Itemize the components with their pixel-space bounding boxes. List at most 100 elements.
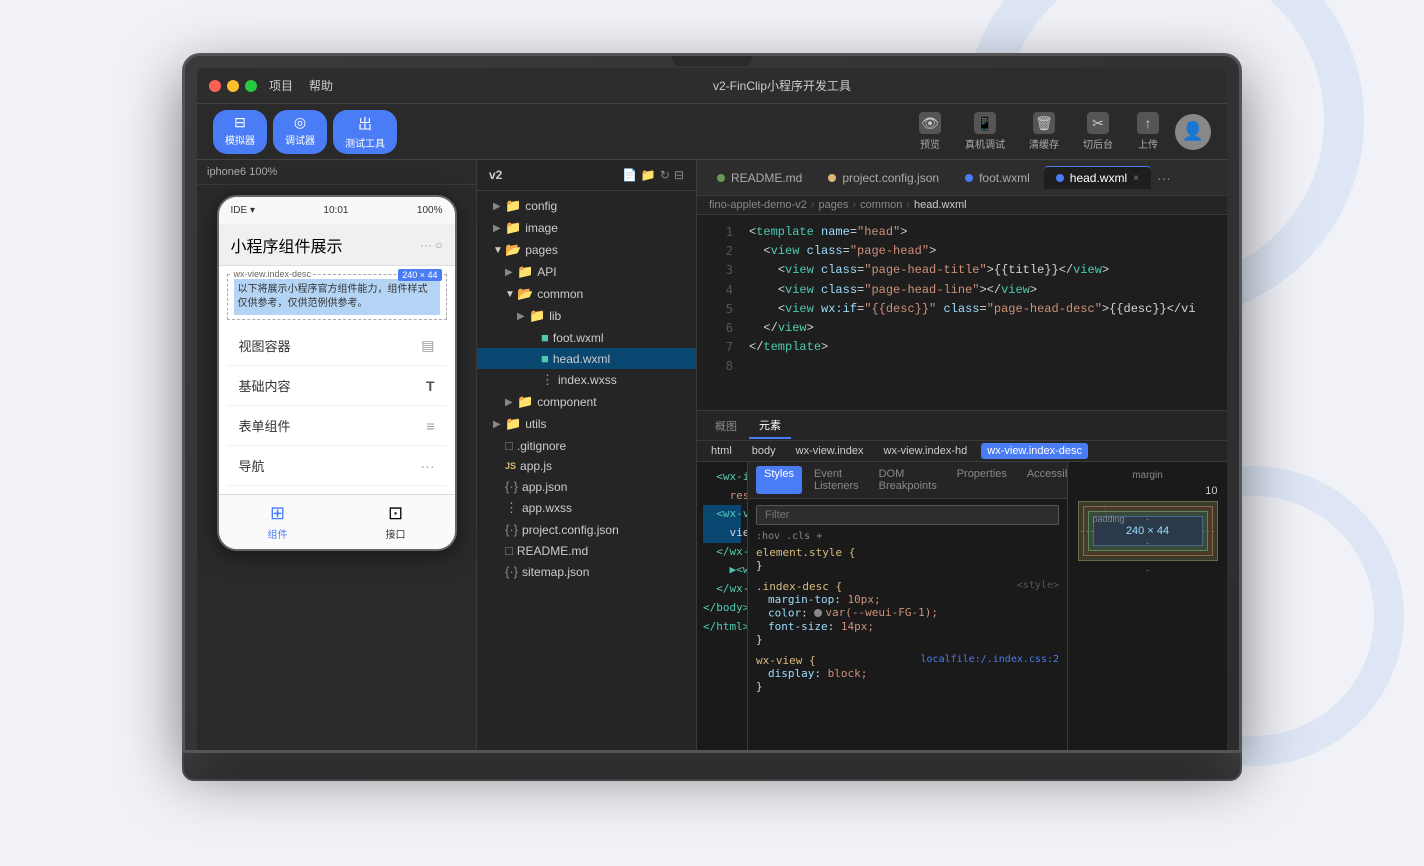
style-filter-input[interactable] [756,505,1059,525]
preview-panel: iphone6 100% IDE ▾ 10:01 100% 小程序组件展 [197,160,477,750]
tab-dot-projectconfig [828,174,836,182]
folder-icon-utils: 📁 [505,416,521,432]
file-item-indexwxss[interactable]: ▶ ⋮ index.wxss [477,369,696,391]
menu-bar: 项目 帮助 [269,77,333,94]
file-icon-indexwxss: ⋮ [541,372,554,388]
file-item-appwxss[interactable]: ▶ ⋮ app.wxss [477,497,696,519]
preview-label: 预览 [920,136,940,151]
element-tag-body[interactable]: body [746,443,782,459]
folder-icon-pages: 📂 [505,242,521,258]
phone-nav-components[interactable]: ⊞ 组件 [219,503,337,541]
phone-mockup: IDE ▾ 10:01 100% 小程序组件展示 ··· ○ [217,195,457,551]
upload-action[interactable]: ↑ 上传 [1129,108,1167,155]
phone-menu-item-3[interactable]: 导航 ··· [227,446,447,486]
phone-menu-item-2[interactable]: 表单组件 ≡ [227,406,447,446]
phone-nav-api[interactable]: ⊡ 接口 [337,503,455,541]
prop-name-display: display [768,667,814,680]
debug-button[interactable]: ◎ 调试器 [273,110,327,154]
refresh-button[interactable]: ↻ [660,168,670,182]
file-item-lib[interactable]: ▶ 📁 lib [477,305,696,327]
style-rule-element-selector: element.style { [756,546,1059,559]
html-tree[interactable]: <wx-image class="index-logo" src="../res… [697,462,747,750]
menu-help[interactable]: 帮助 [309,77,333,94]
phone-status-bar: IDE ▾ 10:01 100% [219,197,455,225]
tab-footwxml[interactable]: foot.wxml [953,167,1042,189]
file-item-pages[interactable]: ▼ 📂 pages [477,239,696,261]
minimize-button[interactable] [227,80,239,92]
code-content[interactable]: <template name="head"> <view class="page… [737,215,1227,410]
element-tag-wxview-index-hd[interactable]: wx-view.index-hd [878,443,974,459]
phone-content: wx-view.index-desc 240 × 44 以下将展示小程序官方组件… [219,266,455,494]
file-item-headwxml[interactable]: ▶ ■ head.wxml [477,348,696,369]
file-item-sitemap[interactable]: ▶ {·} sitemap.json [477,561,696,582]
file-item-config[interactable]: ▶ 📁 config [477,195,696,217]
realtest-icon: 📱 [974,112,996,134]
phone-menu-item-0[interactable]: 视图容器 ▤ [227,326,447,366]
simulator-label: 模拟器 [225,132,255,147]
file-item-readme[interactable]: ▶ □ README.md [477,540,696,561]
line-numbers: 1 2 3 4 5 6 7 8 [697,215,737,410]
file-item-gitignore[interactable]: ▶ □ .gitignore [477,435,696,456]
file-item-projectconfig[interactable]: ▶ {·} project.config.json [477,519,696,540]
new-file-button[interactable]: 📄 [622,168,637,182]
file-item-footwxml[interactable]: ▶ ■ foot.wxml [477,327,696,348]
new-folder-button[interactable]: 📁 [641,168,656,182]
toolbar-right: 👁 预览 📱 真机调试 🗑 清缓存 ✂ 切 [911,108,1211,155]
tabs-more-button[interactable]: ··· [1157,170,1171,186]
element-tag-html[interactable]: html [705,443,738,459]
collapse-button[interactable]: ⊟ [674,168,684,182]
box-border-area: border - - - - padding - [1083,506,1213,556]
padding-left: - [1091,526,1094,536]
style-source-1: <style> [1017,580,1059,591]
devtools-tab-overview[interactable]: 概图 [705,414,747,438]
styles-tab-styles[interactable]: Styles [756,466,802,494]
arrow-pages: ▼ [493,245,505,256]
file-item-common[interactable]: ▼ 📂 common [477,283,696,305]
html-line-3: <wx-view class="index-desc">以下将展示小程序官方组件… [703,505,741,524]
tab-readme[interactable]: README.md [705,167,814,189]
style-rule-index-desc: .index-desc { <style> margin-top: 10px; [756,580,1059,646]
toolbar-left: ⊟ 模拟器 ◎ 调试器 出 测试工具 [213,110,397,154]
file-item-appjs[interactable]: ▶ JS app.js [477,456,696,476]
style-rule-wxview: wx-view { localfile:/.index.css:2 displa… [756,654,1059,693]
element-tag-wxview-index-desc[interactable]: wx-view.index-desc [981,443,1088,459]
phone-title-more[interactable]: ··· ○ [420,238,443,252]
avatar-button[interactable]: 👤 [1175,114,1211,150]
styles-tab-properties[interactable]: Properties [949,466,1015,494]
clearcache-action[interactable]: 🗑 清缓存 [1021,108,1067,155]
tab-projectconfig[interactable]: project.config.json [816,167,951,189]
devtools-tab-elements[interactable]: 元素 [749,413,791,439]
file-item-image[interactable]: ▶ 📁 image [477,217,696,239]
tab-close-headwxml[interactable]: × [1133,173,1139,184]
realtest-action[interactable]: 📱 真机调试 [957,108,1013,155]
styles-tab-accessibility[interactable]: Accessibility [1019,466,1067,494]
phone-carrier: IDE ▾ [231,205,255,216]
menu-project[interactable]: 项目 [269,77,293,94]
preview-action[interactable]: 👁 预览 [911,108,949,155]
test-button[interactable]: 出 测试工具 [333,110,397,154]
file-item-component[interactable]: ▶ 📁 component [477,391,696,413]
file-item-api[interactable]: ▶ 📁 API [477,261,696,283]
file-item-utils[interactable]: ▶ 📁 utils [477,413,696,435]
wxview-selector: wx-view { [756,654,816,667]
wxview-source[interactable]: localfile:/.index.css:2 [921,654,1059,665]
tab-headwxml[interactable]: head.wxml × [1044,166,1151,189]
prop-val-2: var(--weui-FG-1); [814,606,938,619]
styles-tab-eventlisteners[interactable]: Event Listeners [806,466,867,494]
simulator-button[interactable]: ⊟ 模拟器 [213,110,267,154]
file-label-projectconfig: project.config.json [522,523,619,537]
file-item-appjson[interactable]: ▶ {·} app.json [477,476,696,497]
phone-menu-icon-3: ··· [421,458,435,474]
maximize-button[interactable] [245,80,257,92]
cutbg-action[interactable]: ✂ 切后台 [1075,108,1121,155]
simulator-icon: ⊟ [234,114,246,131]
folder-icon-api: 📁 [517,264,533,280]
phone-menu-item-1[interactable]: 基础内容 T [227,366,447,406]
styles-content: :hov .cls + element.style { } .i [748,499,1067,750]
element-tag-wxview-index[interactable]: wx-view.index [790,443,870,459]
file-label-appjs: app.js [520,459,552,473]
close-button[interactable] [209,80,221,92]
styles-tab-dombreakpoints[interactable]: DOM Breakpoints [871,466,945,494]
arrow-api: ▶ [505,267,517,278]
sidebar-header: v2 📄 📁 ↻ ⊟ [477,160,696,191]
